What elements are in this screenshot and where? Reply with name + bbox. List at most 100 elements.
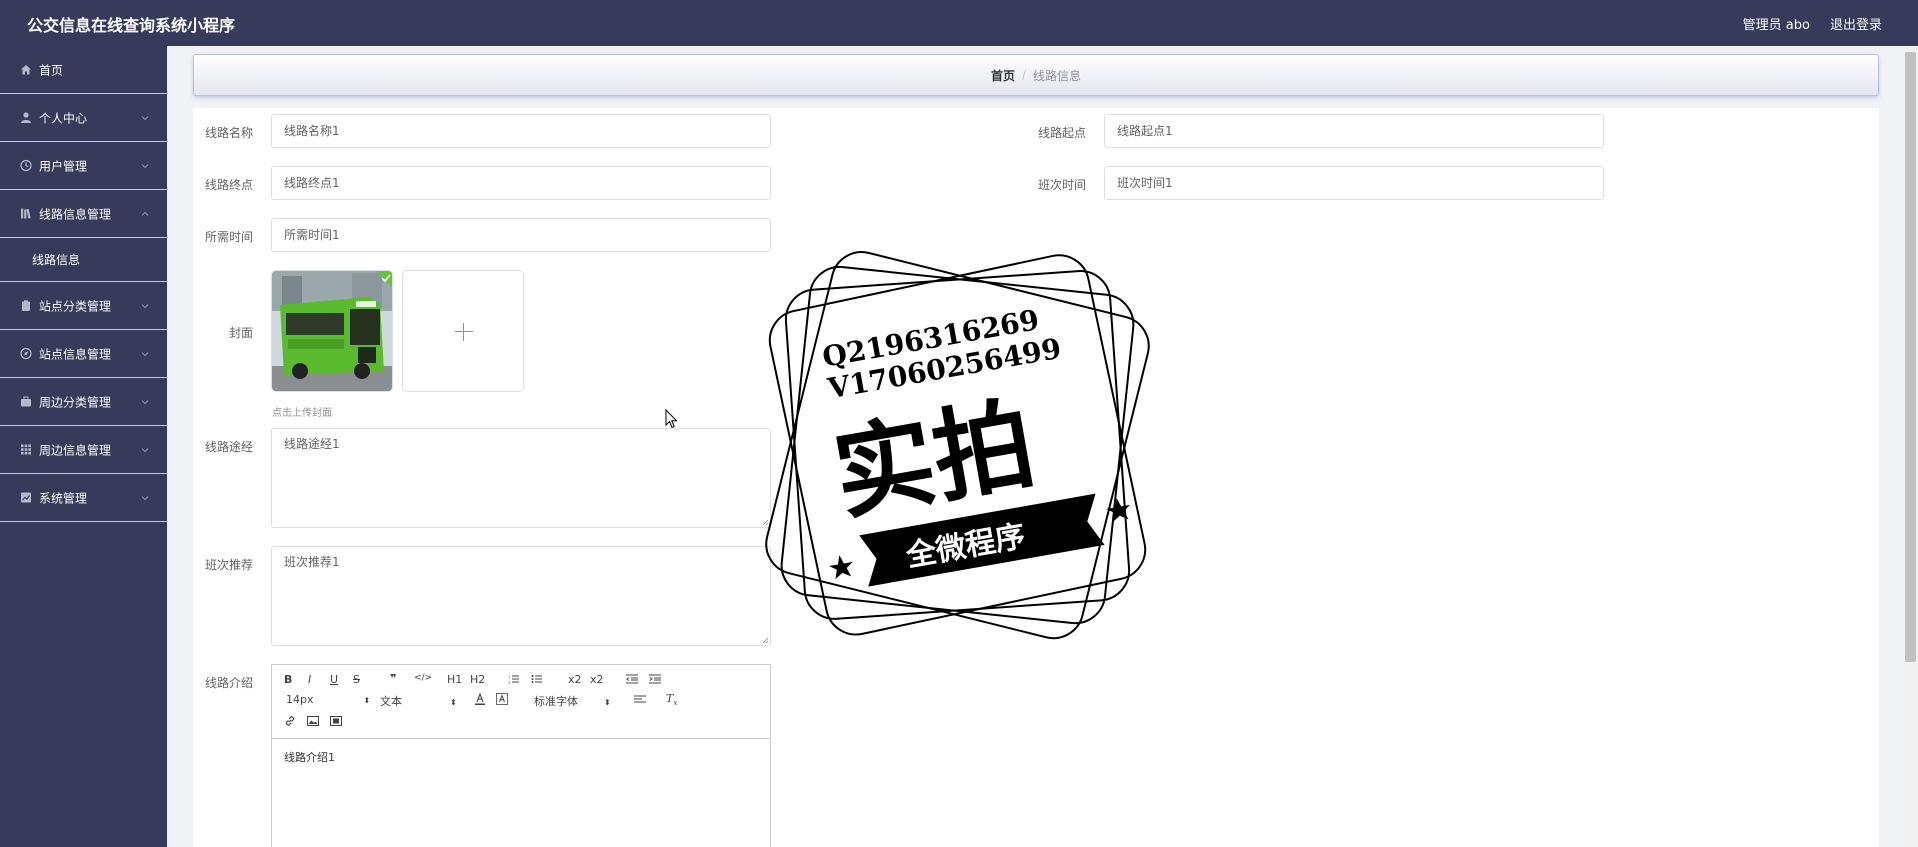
sidebar-item-label: 周边分类管理: [39, 395, 112, 409]
chevron-down-icon: [141, 303, 149, 308]
font-size-select[interactable]: 14px ⬍: [286, 693, 370, 706]
sidebar-item-station-category[interactable]: 站点分类管理: [0, 282, 167, 330]
route-name-input[interactable]: 线路名称1: [271, 114, 771, 148]
chevron-down-icon: [141, 447, 149, 452]
schedule-time-input[interactable]: 班次时间1: [1104, 166, 1604, 200]
cover-upload-button[interactable]: [402, 270, 524, 392]
route-via-label: 线路途经: [204, 440, 253, 454]
route-end-label: 线路终点: [204, 178, 253, 192]
breadcrumb-current: 线路信息: [1033, 68, 1082, 83]
home-icon: [19, 63, 32, 76]
indent-icon[interactable]: [649, 674, 661, 684]
library-icon: [19, 207, 32, 220]
sidebar-item-label: 站点分类管理: [39, 299, 112, 313]
cover-label: 封面: [228, 326, 253, 340]
bold-button[interactable]: B: [284, 673, 292, 686]
header2-button[interactable]: H2: [470, 673, 485, 686]
link-icon[interactable]: [284, 715, 296, 727]
cover-upload-hint[interactable]: 点击上传封面: [272, 404, 332, 419]
user-label: 管理员 abo: [1742, 18, 1810, 33]
editor-toolbar: B I U S ❞ </> H1 H2 13 x2 x2 14px ⬍ 文本 ⬍ 标…: [272, 665, 770, 739]
video-icon[interactable]: [330, 715, 342, 727]
blockquote-button[interactable]: ❞: [390, 672, 396, 685]
font-color-icon[interactable]: [474, 693, 486, 705]
plus-icon-vertical: [463, 323, 464, 341]
plus-icon: [455, 331, 473, 332]
sidebar-item-user-management[interactable]: 用户管理: [0, 142, 167, 190]
sidebar-item-nearby-info[interactable]: 周边信息管理: [0, 426, 167, 474]
resize-handle[interactable]: [761, 518, 769, 526]
mouse-pointer-icon: [665, 409, 678, 429]
select-caret-icon: ⬍: [450, 698, 457, 707]
schedule-recommend-value: 班次推荐1: [284, 555, 340, 569]
user-area: 管理员 abo 退出登录: [1743, 14, 1882, 33]
code-block-button[interactable]: </>: [414, 673, 432, 683]
schedule-recommend-textarea[interactable]: 班次推荐1: [271, 546, 771, 646]
route-start-label: 线路起点: [1037, 126, 1086, 140]
sidebar-subitem-route-info[interactable]: 线路信息: [0, 238, 167, 282]
sidebar-item-label: 站点信息管理: [39, 347, 112, 361]
sidebar-item-personal-center[interactable]: 个人中心: [0, 94, 167, 142]
route-via-value: 线路途经1: [284, 437, 340, 451]
sidebar-item-label: 系统管理: [39, 491, 88, 505]
bullet-list-icon[interactable]: [531, 674, 543, 684]
breadcrumb-separator: /: [1021, 68, 1027, 82]
sidebar-item-label: 首页: [39, 63, 64, 77]
resize-handle[interactable]: [761, 636, 769, 644]
svg-text:1: 1: [508, 675, 510, 679]
clipboard-icon: [19, 299, 32, 312]
svg-text:3: 3: [508, 681, 510, 684]
clear-format-button[interactable]: Tx: [666, 692, 677, 707]
logout-link[interactable]: 退出登录: [1830, 14, 1882, 33]
top-bar: 公交信息在线查询系统小程序 管理员 abo 退出登录: [0, 0, 1918, 46]
scrollbar-thumb[interactable]: [1905, 52, 1916, 662]
editor-content[interactable]: 线路介绍1: [272, 739, 770, 775]
header1-button[interactable]: H1: [447, 673, 462, 686]
background-color-icon[interactable]: [496, 693, 508, 705]
image-icon[interactable]: [307, 715, 319, 727]
required-time-label: 所需时间: [204, 230, 253, 244]
underline-button[interactable]: U: [330, 673, 338, 686]
sidebar-item-home[interactable]: 首页: [0, 46, 167, 94]
subscript-button[interactable]: x2: [568, 673, 582, 686]
route-via-textarea[interactable]: 线路途经1: [271, 428, 771, 528]
font-size-value: 14px: [286, 693, 314, 706]
rich-text-editor: B I U S ❞ </> H1 H2 13 x2 x2 14px ⬍ 文本 ⬍ 标…: [271, 664, 771, 847]
outdent-icon[interactable]: [626, 674, 638, 684]
chevron-down-icon: [141, 399, 149, 404]
sidebar-item-label: 线路信息管理: [39, 207, 112, 221]
strike-button[interactable]: S: [353, 673, 360, 686]
user-icon: [19, 111, 32, 124]
sidebar-item-system-management[interactable]: 系统管理: [0, 474, 167, 522]
chart-icon: [19, 491, 32, 504]
required-time-input[interactable]: 所需时间1: [271, 218, 771, 252]
route-end-input[interactable]: 线路终点1: [271, 166, 771, 200]
page-scrollbar[interactable]: [1903, 46, 1918, 847]
select-caret-icon: ⬍: [363, 696, 371, 705]
sidebar-item-label: 个人中心: [39, 111, 88, 125]
italic-button[interactable]: I: [308, 673, 311, 686]
sidebar-item-label: 用户管理: [39, 159, 88, 173]
route-start-input[interactable]: 线路起点1: [1104, 114, 1604, 148]
breadcrumb: 首页 / 线路信息: [193, 54, 1879, 96]
breadcrumb-home[interactable]: 首页: [991, 67, 1015, 84]
grid-icon: [19, 443, 32, 456]
app-title: 公交信息在线查询系统小程序: [27, 16, 236, 35]
text-type-value: 文本: [380, 695, 402, 708]
superscript-button[interactable]: x2: [590, 673, 604, 686]
compass-icon: [19, 347, 32, 360]
select-caret-icon: ⬍: [604, 698, 611, 707]
sidebar-item-station-info[interactable]: 站点信息管理: [0, 330, 167, 378]
cover-thumbnail[interactable]: [271, 270, 393, 392]
font-family-value: 标准字体: [534, 695, 578, 708]
schedule-recommend-label: 班次推荐: [204, 558, 253, 572]
sidebar-item-route-management[interactable]: 线路信息管理: [0, 190, 167, 238]
text-type-select[interactable]: 文本 ⬍: [380, 693, 457, 709]
font-family-select[interactable]: 标准字体 ⬍: [534, 693, 611, 709]
sidebar-item-nearby-category[interactable]: 周边分类管理: [0, 378, 167, 426]
sidebar: 首页 个人中心 用户管理 线路信息管理 线路信息 站点分类管理 站点信息管理 周…: [0, 46, 167, 847]
schedule-time-label: 班次时间: [1037, 178, 1086, 192]
align-icon[interactable]: [634, 695, 646, 705]
ordered-list-icon[interactable]: 13: [508, 674, 520, 684]
route-form: 线路名称 线路名称1 线路起点 线路起点1 线路终点 线路终点1 班次时间 班次…: [193, 108, 1879, 847]
